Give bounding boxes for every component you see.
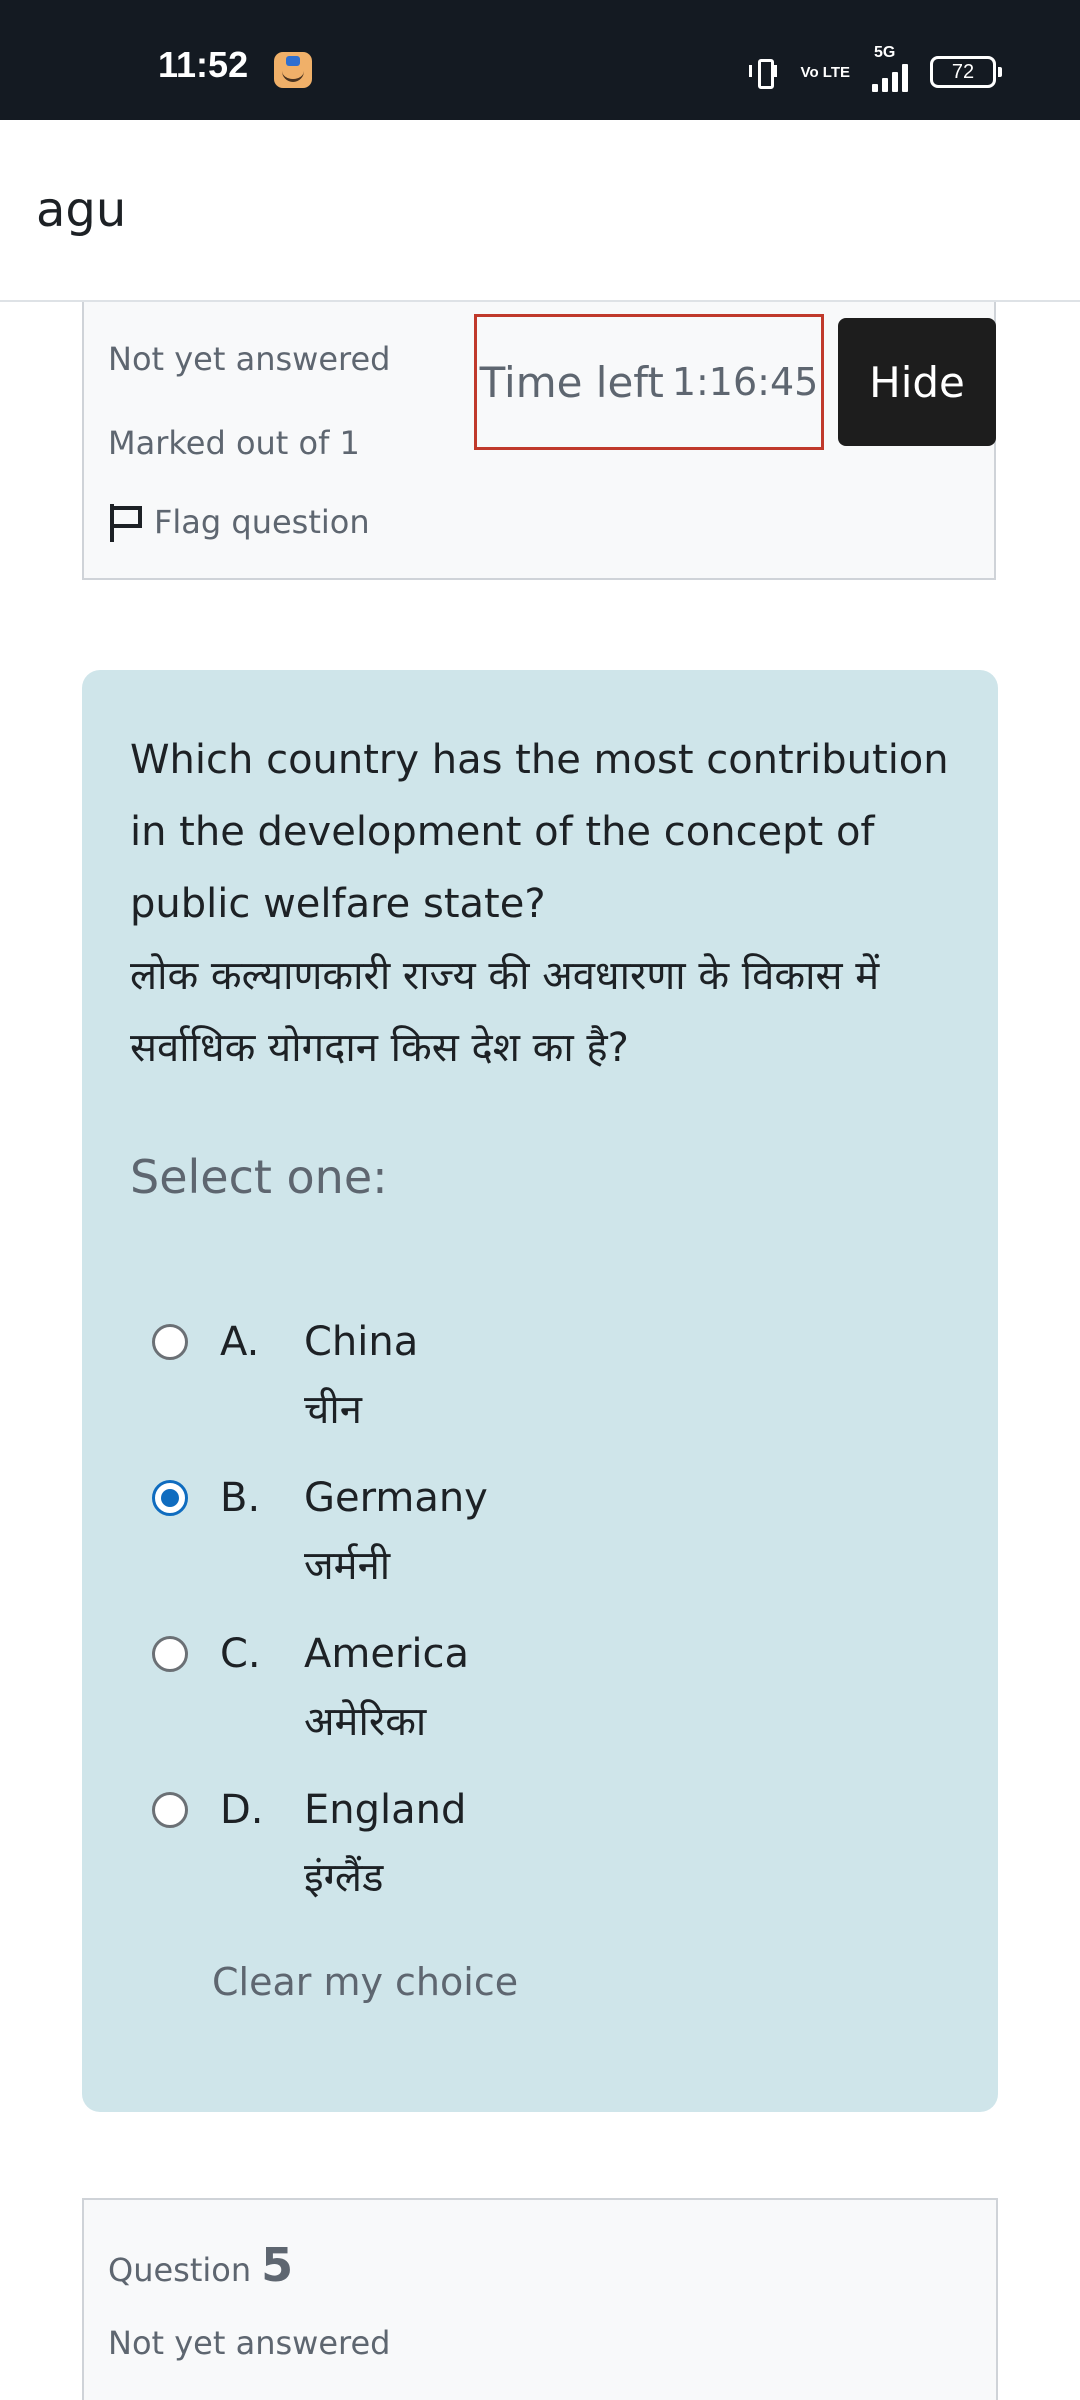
status-icons: Vo LTE 5G 72 xyxy=(748,44,1002,92)
hide-timer-button[interactable]: Hide xyxy=(838,318,996,446)
question-text-english: Which country has the most contribution … xyxy=(130,737,949,927)
quiz-page: 11:52 Vo LTE 5G 72 agu Not yet answered … xyxy=(0,0,1080,2400)
clear-choice-link[interactable]: Clear my choice xyxy=(212,1960,518,2004)
option-text-hindi: जर्मनी xyxy=(304,1543,391,1589)
battery-icon: 72 xyxy=(930,56,1002,88)
network-type: 5G xyxy=(874,44,896,61)
quiz-timer: Time left 1:16:45 xyxy=(474,314,824,450)
flag-question-label: Flag question xyxy=(154,503,370,541)
question-state: Not yet answered xyxy=(108,340,391,378)
answer-option-c[interactable]: C. America अमेरिका xyxy=(152,1624,912,1764)
flag-icon xyxy=(108,502,144,542)
option-letter: A. xyxy=(220,1319,260,1365)
option-text-english: China xyxy=(304,1319,419,1365)
question-state: Not yet answered xyxy=(108,2324,391,2362)
option-letter: C. xyxy=(220,1631,261,1677)
volte-indicator: Vo LTE xyxy=(800,63,850,81)
option-text-english: England xyxy=(304,1787,467,1833)
site-header: agu xyxy=(0,120,1080,302)
option-letter: D. xyxy=(220,1787,264,1833)
radio-button[interactable] xyxy=(152,1324,188,1360)
question-number: Question 5 xyxy=(108,2238,293,2292)
question-text-hindi: लोक कल्याणकारी राज्य की अवधारणा के विकास… xyxy=(130,953,880,1071)
question-content: Which country has the most contribution … xyxy=(82,670,998,2112)
next-question-info-panel: Question 5 Not yet answered xyxy=(82,2198,998,2400)
app-notification-icon xyxy=(274,52,312,88)
question-number-label: Question xyxy=(108,2251,252,2289)
flag-question-link[interactable]: Flag question xyxy=(108,502,370,542)
radio-button[interactable] xyxy=(152,1636,188,1672)
option-text-hindi: इंग्लैंड xyxy=(304,1855,384,1901)
select-one-prompt: Select one: xyxy=(130,1150,388,1204)
radio-button-selected[interactable] xyxy=(152,1480,188,1516)
vibrate-icon xyxy=(748,57,779,89)
status-time: 11:52 xyxy=(158,44,249,85)
question-grade: Marked out of 1 xyxy=(108,424,360,462)
timer-label: Time left xyxy=(479,357,664,407)
option-letter: B. xyxy=(220,1475,261,1521)
site-title[interactable]: agu xyxy=(36,182,126,238)
status-bar: 11:52 Vo LTE 5G 72 xyxy=(0,0,1080,120)
option-text-hindi: अमेरिका xyxy=(304,1699,427,1745)
option-text-english: Germany xyxy=(304,1475,488,1521)
radio-button[interactable] xyxy=(152,1792,188,1828)
option-text-english: America xyxy=(304,1631,469,1677)
timer-value: 1:16:45 xyxy=(671,360,819,404)
answer-option-d[interactable]: D. England इंग्लैंड xyxy=(152,1780,912,1920)
answer-option-a[interactable]: A. China चीन xyxy=(152,1312,912,1452)
option-text-hindi: चीन xyxy=(304,1387,362,1433)
question-number-value: 5 xyxy=(261,2238,294,2292)
answer-option-b[interactable]: B. Germany जर्मनी xyxy=(152,1468,912,1608)
signal-icon: 5G xyxy=(872,44,908,92)
